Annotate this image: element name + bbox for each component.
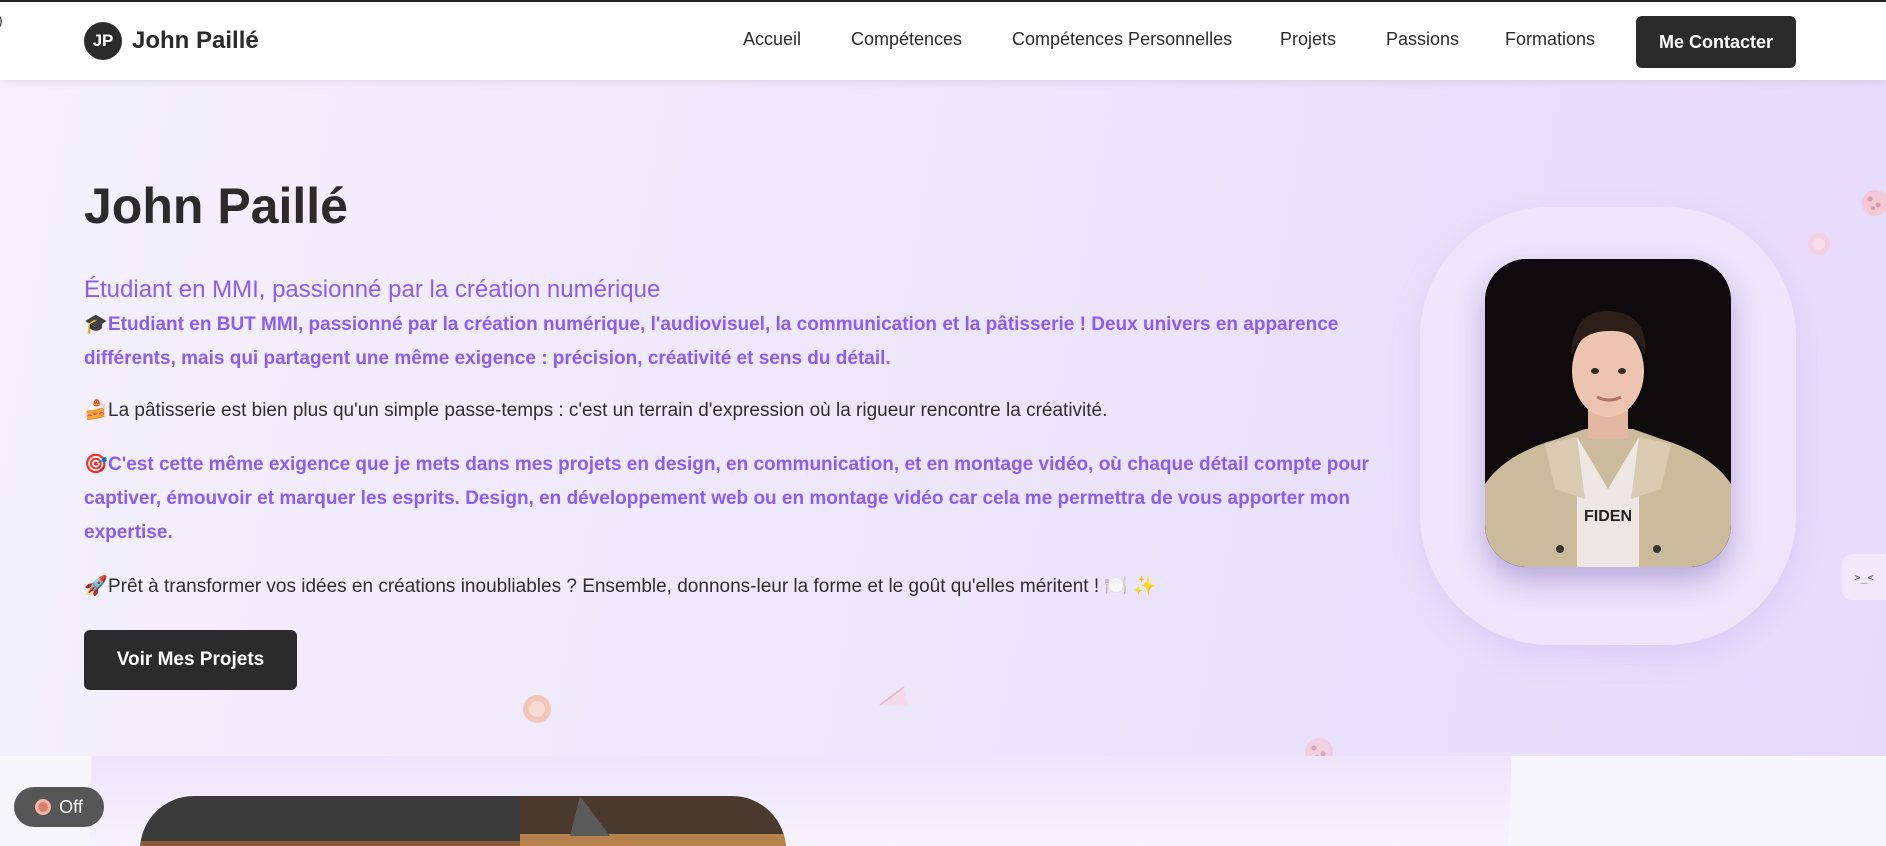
shirt-text: FIDEN (1584, 508, 1632, 525)
toggle-label: Off (59, 796, 83, 817)
cake-slice-icon (879, 686, 908, 707)
donut-toggle-icon (35, 799, 52, 815)
nav-link-competences[interactable]: Compétences (851, 29, 962, 50)
nav-link-passions[interactable]: Passions (1386, 29, 1459, 50)
pastry-paragraph: 🍰La pâtisserie est bien plus qu'un simpl… (84, 394, 1384, 428)
cta-paragraph: 🚀Prêt à transformer vos idées en créatio… (84, 570, 1384, 604)
intro-paragraph: 🎓Etudiant en BUT MMI, passionné par la c… (84, 308, 1384, 376)
exigence-text: C'est cette même exigence que je mets da… (84, 454, 1369, 543)
pastry-text: La pâtisserie est bien plus qu'un simple… (108, 400, 1108, 421)
nav-links: Accueil Compétences Compétences Personne… (0, 29, 1886, 59)
contact-button[interactable]: Me Contacter (1636, 16, 1796, 68)
donut-icon (523, 695, 551, 723)
portrait-photo: FIDEN (1485, 259, 1731, 567)
theme-toggle-button[interactable]: Off (14, 787, 104, 827)
nav-link-formations[interactable]: Formations (1505, 29, 1595, 50)
hero-section: John Paillé Étudiant en MMI, passionné p… (0, 80, 1886, 799)
macaron-icon (1808, 233, 1830, 255)
projects-section-preview (0, 756, 1886, 846)
nav-link-projets[interactable]: Projets (1280, 29, 1336, 50)
graduation-cap-icon: 🎓 (84, 314, 108, 335)
navbar: JP John Paillé Accueil Compétences Compé… (0, 2, 1886, 80)
intro-text: Etudiant en BUT MMI, passionné par la cr… (84, 314, 1339, 369)
cake-icon: 🍰 (84, 400, 108, 421)
hero-title: John Paillé (84, 178, 348, 234)
project-image (140, 796, 786, 846)
window-top-border (0, 0, 1886, 2)
portrait-illustration: FIDEN (1485, 259, 1731, 567)
hero-subtitle: Étudiant en MMI, passionné par la créati… (84, 276, 661, 303)
nav-link-accueil[interactable]: Accueil (743, 29, 801, 50)
nav-link-competences-personnelles[interactable]: Compétences Personnelles (1012, 29, 1232, 50)
exigence-paragraph: 🎯C'est cette même exigence que je mets d… (84, 448, 1390, 550)
edge-fragment: ) (0, 12, 3, 28)
cta-text: Prêt à transformer vos idées en création… (108, 576, 1157, 597)
target-icon: 🎯 (84, 454, 108, 475)
cookie-icon (1862, 190, 1886, 216)
side-tab-button[interactable]: >_< (1842, 554, 1886, 600)
project-image-card[interactable] (140, 796, 786, 846)
rocket-icon: 🚀 (84, 576, 108, 597)
view-projects-button[interactable]: Voir Mes Projets (84, 630, 297, 690)
